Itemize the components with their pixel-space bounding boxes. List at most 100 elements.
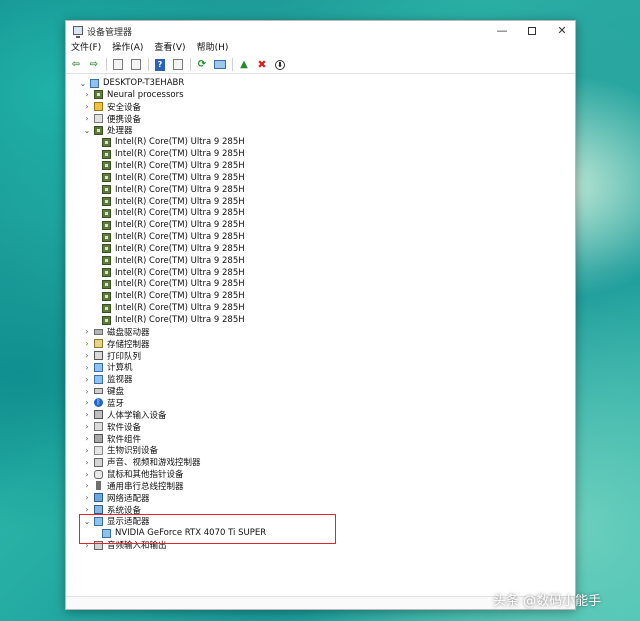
driver-details-icon — [173, 59, 183, 70]
chevron-right-icon[interactable]: › — [83, 422, 91, 431]
tree-category[interactable]: › 监视器 — [66, 373, 575, 385]
chevron-right-icon[interactable]: › — [83, 470, 91, 479]
tree-category[interactable]: ⌄ 处理器 — [66, 124, 575, 136]
tree-item-label: 鼠标和其他指针设备 — [107, 470, 184, 481]
tree-device-item[interactable]: Intel(R) Core(TM) Ultra 9 285H — [66, 219, 575, 231]
chevron-right-icon[interactable]: › — [83, 363, 91, 372]
storage-controller-icon — [94, 339, 103, 349]
tree-category[interactable]: › 磁盘驱动器 — [66, 326, 575, 338]
tree-category[interactable]: › 通用串行总线控制器 — [66, 480, 575, 492]
chevron-right-icon[interactable]: › — [83, 114, 91, 123]
chevron-right-icon[interactable]: › — [83, 327, 91, 336]
tree-category[interactable]: › 安全设备 — [66, 101, 575, 113]
menu-view[interactable]: 查看(V) — [154, 41, 185, 55]
tree-device-item[interactable]: Intel(R) Core(TM) Ultra 9 285H — [66, 231, 575, 243]
processor-icon — [102, 185, 111, 195]
tree-category[interactable]: › 存储控制器 — [66, 338, 575, 350]
tree-category[interactable]: › 键盘 — [66, 385, 575, 398]
tree-device-item[interactable]: Intel(R) Core(TM) Ultra 9 285H — [66, 302, 575, 314]
tree-item-label: Intel(R) Core(TM) Ultra 9 285H — [115, 220, 245, 231]
chevron-right-icon[interactable]: › — [83, 90, 91, 99]
chevron-right-icon[interactable]: › — [83, 505, 91, 514]
tree-device-item[interactable]: Intel(R) Core(TM) Ultra 9 285H — [66, 243, 575, 255]
tree-device-item[interactable]: Intel(R) Core(TM) Ultra 9 285H — [66, 148, 575, 160]
processor-icon — [102, 303, 111, 313]
minimize-button[interactable]: — — [487, 21, 517, 41]
tree-category[interactable]: › 网络适配器 — [66, 492, 575, 504]
usb-icon — [96, 481, 101, 491]
tree-device-item[interactable]: Intel(R) Core(TM) Ultra 9 285H — [66, 290, 575, 302]
tree-device-item[interactable]: Intel(R) Core(TM) Ultra 9 285H — [66, 314, 575, 326]
network-adapter-icon — [94, 493, 103, 503]
audio-icon — [94, 457, 103, 467]
chevron-right-icon[interactable]: › — [83, 446, 91, 455]
tree-category[interactable]: › 计算机 — [66, 361, 575, 373]
chevron-right-icon[interactable]: › — [83, 541, 91, 550]
chevron-right-icon[interactable]: › — [83, 102, 91, 111]
forward-button[interactable]: ⇨ — [87, 58, 101, 72]
chevron-right-icon[interactable]: › — [83, 398, 91, 407]
tree-device-item[interactable]: Intel(R) Core(TM) Ultra 9 285H — [66, 160, 575, 172]
update-driver-button[interactable] — [129, 58, 143, 72]
tree-device-item[interactable]: Intel(R) Core(TM) Ultra 9 285H — [66, 196, 575, 208]
tree-device-item[interactable]: Intel(R) Core(TM) Ultra 9 285H — [66, 184, 575, 196]
monitor-button[interactable] — [213, 58, 227, 72]
tree-category[interactable]: › 软件组件 — [66, 433, 575, 445]
maximize-button[interactable] — [517, 21, 547, 41]
tree-device-item[interactable]: Intel(R) Core(TM) Ultra 9 285H — [66, 136, 575, 148]
help-button[interactable]: ? — [153, 58, 167, 72]
back-button[interactable]: ⇦ — [69, 58, 83, 72]
tree-device-item[interactable]: Intel(R) Core(TM) Ultra 9 285H — [66, 278, 575, 290]
chevron-down-icon[interactable]: ⌄ — [83, 517, 91, 526]
tree-item-label: 生物识别设备 — [107, 446, 159, 457]
tree-category[interactable]: › 音频输入和输出 — [66, 539, 575, 551]
tree-root-computer[interactable]: ⌄ DESKTOP-T3EHABR — [66, 77, 575, 89]
chevron-right-icon[interactable]: › — [83, 375, 91, 384]
tree-category[interactable]: › 打印队列 — [66, 350, 575, 362]
tree-category[interactable]: › 软件设备 — [66, 421, 575, 433]
chevron-right-icon[interactable]: › — [83, 410, 91, 419]
device-tree: ⌄ DESKTOP-T3EHABR › Neural processors › 安全设备 ›… — [66, 75, 575, 597]
tree-device-item[interactable]: Intel(R) Core(TM) Ultra 9 285H — [66, 255, 575, 267]
software-device-icon — [94, 422, 103, 432]
menu-help[interactable]: 帮助(H) — [197, 41, 229, 55]
uninstall-device-button[interactable]: ✖ — [255, 58, 269, 72]
tree-category[interactable]: › 声音、视频和游戏控制器 — [66, 456, 575, 468]
menu-action[interactable]: 操作(A) — [112, 41, 143, 55]
processor-icon — [102, 315, 111, 325]
chevron-right-icon[interactable]: › — [83, 351, 91, 360]
properties-button[interactable] — [111, 58, 125, 72]
processor-icon — [102, 161, 111, 171]
tree-item-label: 键盘 — [107, 387, 125, 398]
driver-details-button[interactable] — [171, 58, 185, 72]
chevron-right-icon[interactable]: › — [83, 387, 91, 396]
scan-hardware-button[interactable]: ⟳ — [195, 58, 209, 72]
chevron-down-icon[interactable]: ⌄ — [79, 79, 87, 88]
tree-device-item[interactable]: Intel(R) Core(TM) Ultra 9 285H — [66, 267, 575, 279]
tree-category[interactable]: ⌄ 显示适配器 — [66, 515, 575, 527]
add-driver-button[interactable]: ▲ — [237, 58, 251, 72]
chevron-right-icon[interactable]: › — [83, 434, 91, 443]
tree-category[interactable]: › 系统设备 — [66, 504, 575, 516]
tree-item-label: 计算机 — [107, 363, 133, 374]
download-button[interactable]: ⬇ — [273, 58, 287, 72]
tree-item-label: 安全设备 — [107, 102, 142, 113]
tree-category[interactable]: › 生物识别设备 — [66, 444, 575, 456]
chevron-down-icon[interactable]: ⌄ — [83, 126, 91, 135]
tree-item-label: 软件组件 — [107, 434, 142, 445]
tree-category[interactable]: › 人体学输入设备 — [66, 409, 575, 421]
tree-device-item[interactable]: Intel(R) Core(TM) Ultra 9 285H — [66, 207, 575, 219]
chevron-right-icon[interactable]: › — [83, 339, 91, 348]
tree-category[interactable]: › 便携设备 — [66, 113, 575, 125]
tree-device-item[interactable]: NVIDIA GeForce RTX 4070 Ti SUPER — [66, 527, 575, 539]
tree-category[interactable]: › Neural processors — [66, 89, 575, 101]
tree-category[interactable]: › ᛒ 蓝牙 — [66, 397, 575, 409]
chevron-right-icon[interactable]: › — [83, 458, 91, 467]
menu-file[interactable]: 文件(F) — [71, 41, 101, 55]
close-button[interactable]: ✕ — [547, 21, 577, 41]
tree-device-item[interactable]: Intel(R) Core(TM) Ultra 9 285H — [66, 172, 575, 184]
tree-category[interactable]: › 鼠标和其他指针设备 — [66, 468, 575, 480]
chevron-right-icon[interactable]: › — [83, 493, 91, 502]
processor-icon — [102, 256, 111, 266]
chevron-right-icon[interactable]: › — [83, 481, 91, 490]
